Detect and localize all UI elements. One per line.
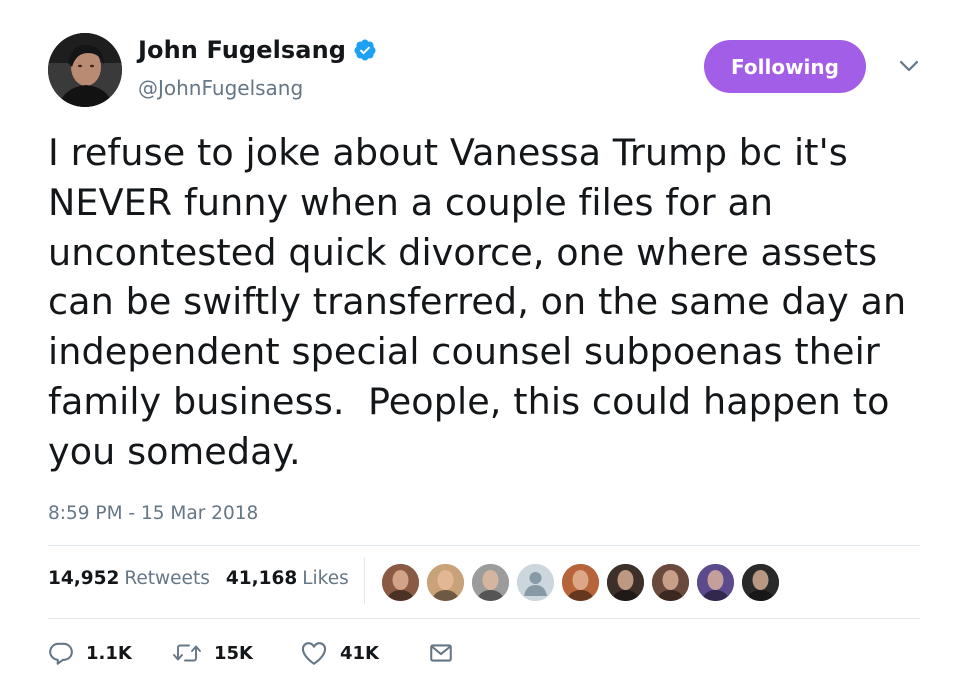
liker-avatar-3[interactable]	[471, 563, 510, 602]
tweet-timestamp[interactable]: 8:59 PM - 15 Mar 2018	[48, 503, 258, 524]
reply-count: 1.1K	[86, 642, 132, 664]
reply-icon	[49, 642, 73, 665]
likes-count[interactable]: 41,168	[226, 568, 297, 589]
person-photo	[382, 564, 419, 601]
liker-avatar-2[interactable]	[426, 563, 465, 602]
retweets-label[interactable]: Retweets	[124, 568, 209, 589]
person-photo	[607, 564, 644, 601]
divider	[48, 618, 920, 619]
message-button[interactable]	[428, 640, 454, 666]
user-handle[interactable]: @JohnFugelsang	[138, 76, 303, 100]
person-photo	[652, 564, 689, 601]
avatar[interactable]	[48, 33, 122, 107]
retweet-count: 15K	[214, 642, 253, 664]
avatar-photo	[48, 33, 122, 107]
retweet-icon	[173, 644, 201, 662]
liker-avatar-7[interactable]	[651, 563, 690, 602]
envelope-icon	[430, 644, 452, 662]
liker-avatar-8[interactable]	[696, 563, 735, 602]
reply-button[interactable]: 1.1K	[48, 640, 132, 666]
user-name-row[interactable]: John Fugelsang	[138, 36, 377, 64]
liker-avatar-1[interactable]	[381, 563, 420, 602]
liker-avatar-9[interactable]	[741, 563, 780, 602]
tweet-text: I refuse to joke about Vanessa Trump bc …	[48, 131, 907, 473]
following-button[interactable]: Following	[704, 40, 866, 93]
retweets-count[interactable]: 14,952	[48, 568, 119, 589]
liker-avatar-4[interactable]	[516, 563, 555, 602]
like-count: 41K	[340, 642, 379, 664]
tweet-card: John Fugelsang @JohnFugelsang Following …	[0, 0, 980, 700]
person-photo	[697, 564, 734, 601]
person-photo	[742, 564, 779, 601]
divider	[48, 545, 920, 546]
likes-label[interactable]: Likes	[302, 568, 349, 589]
person-photo	[427, 564, 464, 601]
person-photo	[562, 564, 599, 601]
default-person-icon	[517, 564, 554, 601]
liker-avatar-5[interactable]	[561, 563, 600, 602]
tweet-stats: 14,952 Retweets 41,168 Likes	[48, 568, 365, 589]
stats-separator	[364, 558, 365, 604]
person-photo	[472, 564, 509, 601]
like-button[interactable]: 41K	[300, 640, 379, 666]
verified-badge-icon	[354, 39, 376, 61]
heart-icon	[301, 642, 327, 665]
chevron-down-icon[interactable]	[898, 58, 920, 74]
liker-avatar-6[interactable]	[606, 563, 645, 602]
display-name[interactable]: John Fugelsang	[138, 36, 346, 64]
retweet-button[interactable]: 15K	[172, 640, 253, 666]
